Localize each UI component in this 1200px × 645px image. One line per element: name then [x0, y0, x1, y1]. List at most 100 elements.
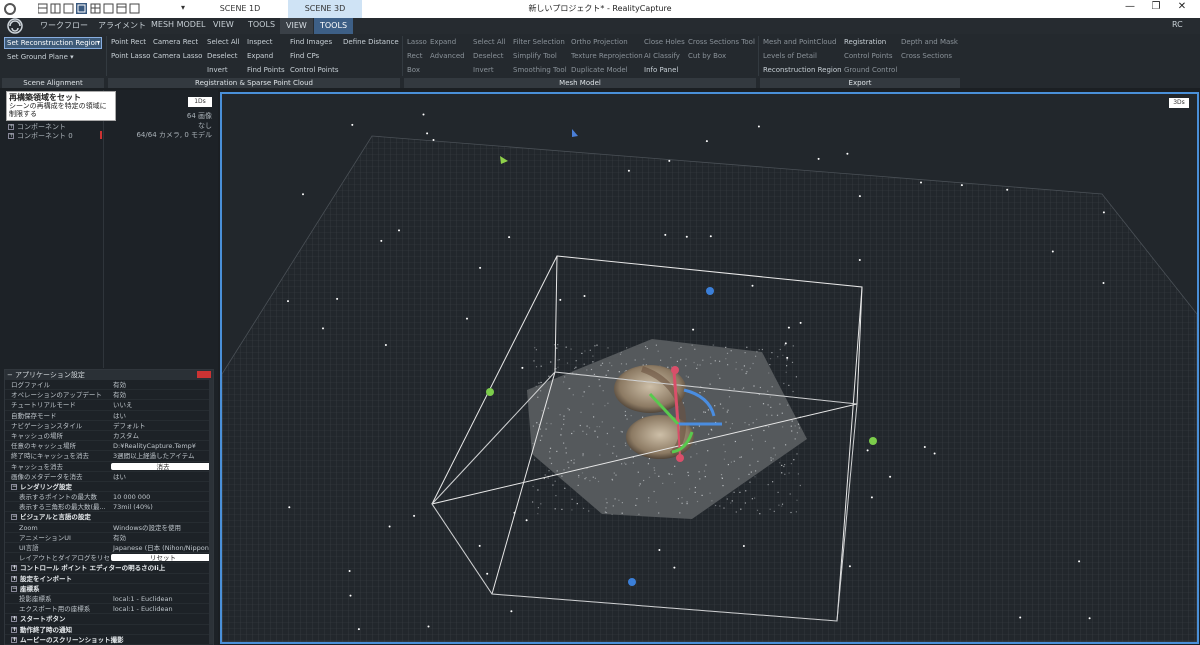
region-handle-top[interactable]	[706, 287, 714, 295]
cut-by-box-button[interactable]: Cut by Box	[688, 52, 726, 60]
expand-icon[interactable]: +	[8, 133, 14, 139]
settings-row[interactable]: 画像のメタデータを消去 はい	[5, 472, 213, 482]
settings-value[interactable]: Windowsの設定を使用	[109, 523, 213, 532]
export-cross-sections-button[interactable]: Cross Sections	[901, 52, 952, 60]
tree-item-component-0[interactable]: + コンポーネント 0	[8, 131, 73, 141]
settings-row[interactable]: アニメーションUI 有効	[5, 533, 213, 543]
settings-value[interactable]: D:¥RealityCapture.Temp¥	[109, 441, 213, 450]
point-rect-button[interactable]: Point Rect	[111, 38, 146, 46]
invert-button[interactable]: Invert	[207, 66, 228, 74]
user-badge[interactable]: RC	[1172, 20, 1183, 29]
settings-value[interactable]: 73mil (40%)	[109, 502, 213, 511]
settings-row[interactable]: − 座標系	[5, 584, 213, 594]
lasso-button[interactable]: Lasso	[407, 38, 427, 46]
export-mesh-pointcloud-button[interactable]: Mesh and PointCloud	[763, 38, 836, 46]
tab-view[interactable]: VIEW	[280, 18, 313, 34]
settings-row[interactable]: ナビゲーションスタイル デフォルト	[5, 421, 213, 431]
simplify-tool-button[interactable]: Simplify Tool	[513, 52, 557, 60]
settings-action-button[interactable]: 消去	[111, 462, 211, 470]
export-lod-button[interactable]: Levels of Detail	[763, 52, 817, 60]
settings-value[interactable]: はい	[109, 472, 213, 481]
smoothing-tool-button[interactable]: Smoothing Tool	[513, 66, 567, 74]
expand-icon[interactable]: −	[11, 585, 17, 592]
settings-row[interactable]: レイアウトとダイアログをリセットリセット	[5, 553, 213, 564]
settings-row[interactable]: チュートリアルモード いいえ	[5, 400, 213, 411]
mesh-deselect-button[interactable]: Deselect	[473, 52, 504, 60]
settings-row[interactable]: + ムービーのスクリーンショット撮影	[5, 635, 213, 645]
region-handle-bottom[interactable]	[628, 578, 636, 586]
ortho-projection-button[interactable]: Ortho Projection	[571, 38, 628, 46]
settings-row[interactable]: − レンダリング設定	[5, 482, 213, 493]
mesh-select-all-button[interactable]: Select All	[473, 38, 506, 46]
settings-row[interactable]: + コントロール ポイント エディターの明るさのIi上	[5, 563, 213, 574]
set-ground-plane-button[interactable]: Set Ground Plane ▾	[7, 53, 74, 61]
scene-canvas[interactable]	[222, 94, 1197, 642]
panel-close-icon[interactable]	[197, 371, 211, 378]
settings-row[interactable]: ログファイル 有効	[5, 380, 213, 391]
duplicate-model-button[interactable]: Duplicate Model	[571, 66, 628, 74]
export-control-points-button[interactable]: Control Points	[844, 52, 893, 60]
close-button[interactable]: ✕	[1172, 1, 1192, 12]
settings-value[interactable]: いいえ	[109, 400, 213, 409]
settings-row[interactable]: 投影座標系 local:1 - Euclidean	[5, 594, 213, 605]
camera-marker-blue-icon[interactable]	[572, 129, 578, 137]
camera-lasso-button[interactable]: Camera Lasso	[153, 52, 202, 60]
settings-value[interactable]: local:1 - Euclidean	[109, 594, 213, 603]
expand-icon[interactable]: +	[11, 565, 17, 572]
region-handle-right[interactable]	[869, 437, 877, 445]
advanced-button[interactable]: Advanced	[430, 52, 465, 60]
expand-icon[interactable]: +	[8, 124, 14, 130]
settings-value[interactable]: 有効	[109, 533, 213, 542]
menu-mesh-model[interactable]: MESH MODEL	[151, 20, 205, 29]
mesh-invert-button[interactable]: Invert	[473, 66, 494, 74]
settings-row[interactable]: − ビジュアルと言語の設定	[5, 512, 213, 523]
expand-button[interactable]: Expand	[247, 52, 273, 60]
collapse-icon[interactable]: −	[7, 370, 13, 380]
settings-value[interactable]: 3週間以上経過したアイテム	[109, 451, 213, 460]
settings-row[interactable]: 任意のキャッシュ場所 D:¥RealityCapture.Temp¥	[5, 441, 213, 452]
settings-action-button[interactable]: リセット	[111, 554, 211, 562]
point-lasso-button[interactable]: Point Lasso	[111, 52, 150, 60]
ai-classify-button[interactable]: AI Classify	[644, 52, 680, 60]
expand-icon[interactable]: +	[11, 626, 17, 633]
scrollbar[interactable]	[209, 380, 213, 644]
select-all-button[interactable]: Select All	[207, 38, 240, 46]
filter-selection-button[interactable]: Filter Selection	[513, 38, 565, 46]
expand-icon[interactable]: +	[11, 636, 17, 643]
menu-alignment[interactable]: アライメント	[98, 20, 146, 31]
expand-icon[interactable]: +	[11, 616, 17, 623]
tab-tools[interactable]: TOOLS	[314, 18, 354, 34]
settings-row[interactable]: キャッシュの場所 カスタム	[5, 431, 213, 442]
info-panel-button[interactable]: Info Panel	[644, 66, 678, 74]
layout-badge[interactable]: 3Ds	[1169, 98, 1189, 108]
export-registration-button[interactable]: Registration	[844, 38, 886, 46]
menu-workflow[interactable]: ワークフロー	[40, 20, 88, 31]
expand-icon[interactable]: −	[11, 514, 17, 521]
mesh-expand-button[interactable]: Expand	[430, 38, 456, 46]
expand-icon[interactable]: −	[11, 483, 17, 490]
settings-row[interactable]: + 動作終了時の通知	[5, 625, 213, 635]
settings-row[interactable]: 自動保存モード はい	[5, 411, 213, 421]
find-cps-button[interactable]: Find CPs	[290, 52, 319, 60]
settings-row[interactable]: + スタートボタン	[5, 614, 213, 625]
settings-row[interactable]: + 設定をインポート	[5, 574, 213, 584]
expand-icon[interactable]: +	[11, 575, 17, 582]
settings-row[interactable]: エクスポート用の座標系 local:1 - Euclidean	[5, 604, 213, 615]
find-points-button[interactable]: Find Points	[247, 66, 285, 74]
maximize-button[interactable]: ❐	[1146, 1, 1166, 12]
settings-value[interactable]: Japanese (日本 (Nihon/Nippon))	[109, 543, 213, 552]
settings-value[interactable]: local:1 - Euclidean	[109, 604, 213, 613]
3d-viewport[interactable]: 3Ds	[220, 92, 1199, 644]
rect-button[interactable]: Rect	[407, 52, 422, 60]
reconstruction-region-dropdown[interactable]: Set Reconstruction Region ▾	[4, 37, 102, 49]
deselect-button[interactable]: Deselect	[207, 52, 238, 60]
minimize-button[interactable]: —	[1120, 1, 1140, 12]
settings-row[interactable]: オペレーションのアップデート 有効	[5, 390, 213, 401]
export-ground-control-button[interactable]: Ground Control	[844, 66, 897, 74]
settings-row[interactable]: キャッシュを消去 消去	[5, 462, 213, 472]
settings-row[interactable]: 表示する三角形の最大数(最... 73mil (40%)	[5, 502, 213, 513]
close-holes-button[interactable]: Close Holes	[644, 38, 685, 46]
region-handle-left[interactable]	[486, 388, 494, 396]
settings-value[interactable]: デフォルト	[109, 421, 213, 430]
box-button[interactable]: Box	[407, 66, 420, 74]
